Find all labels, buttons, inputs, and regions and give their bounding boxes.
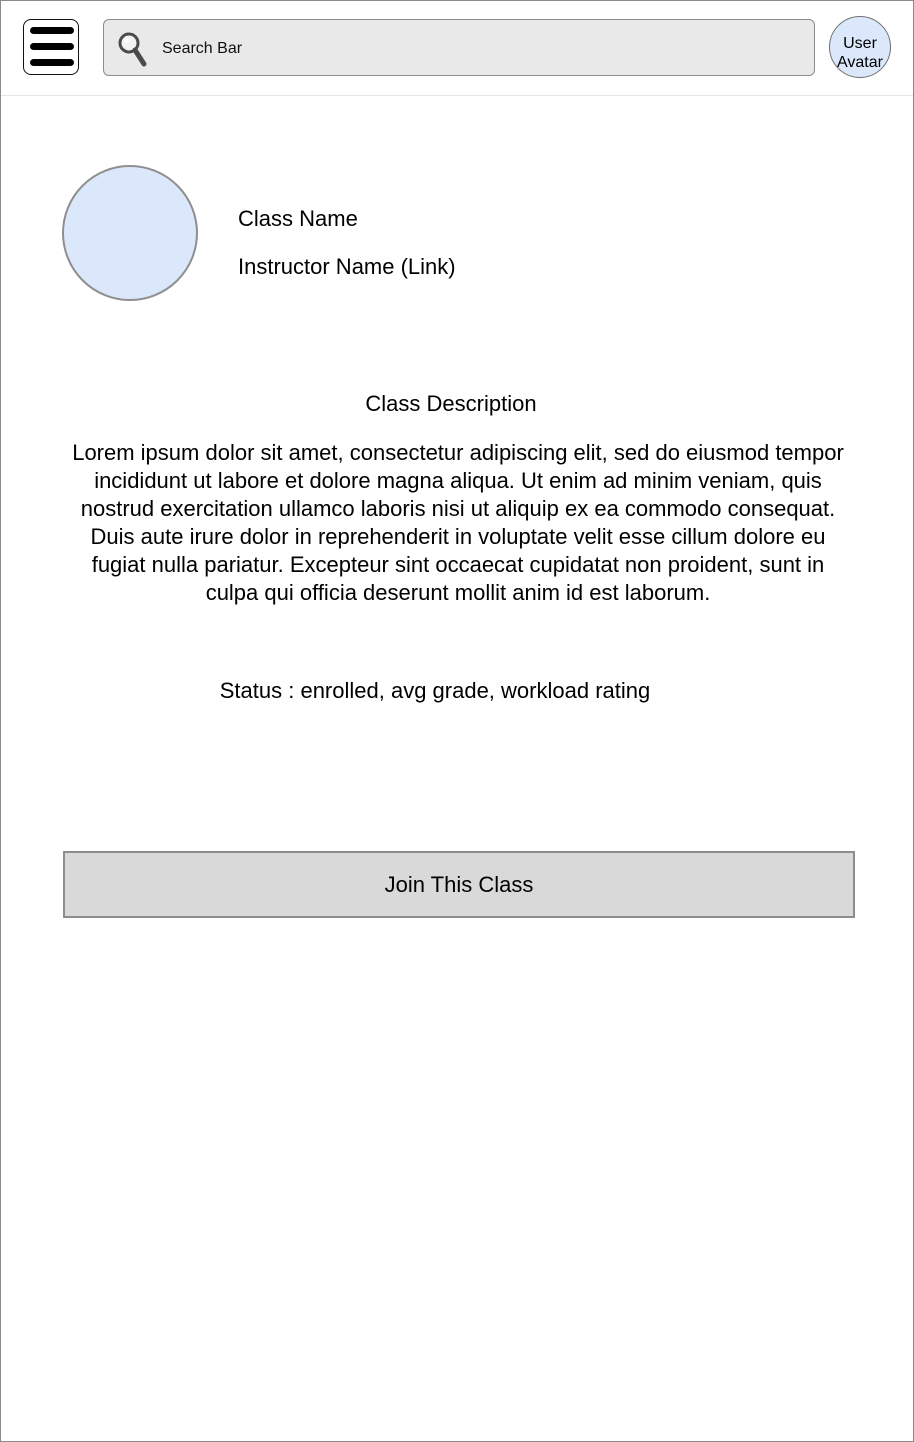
search-bar-label: Search Bar (162, 40, 243, 57)
app-window: Search Bar User Avatar Class Name Instru… (0, 0, 914, 1442)
user-avatar-label-line2: Avatar (837, 53, 883, 71)
hamburger-menu-icon-line (30, 59, 74, 66)
instructor-name-link[interactable]: Instructor Name (Link) (238, 254, 456, 280)
class-name: Class Name (238, 206, 358, 231)
class-image-placeholder (62, 165, 198, 301)
hamburger-menu-icon (30, 27, 74, 34)
class-status: Status : enrolled, avg grade, workload r… (219, 678, 651, 703)
user-avatar-label-line1: User (843, 34, 877, 52)
join-class-button[interactable]: Join This Class (63, 851, 855, 918)
search-bar[interactable]: Search Bar (103, 19, 815, 76)
class-description-text: Lorem ipsum dolor sit amet, consectetur … (72, 440, 844, 605)
search-icon (118, 32, 147, 67)
menu-button[interactable] (23, 19, 79, 75)
class-description-heading: Class Description (365, 391, 537, 416)
user-avatar-button[interactable]: User Avatar (829, 16, 891, 78)
hamburger-menu-icon-line (30, 43, 74, 50)
top-navigation-bar: Search Bar User Avatar (1, 1, 913, 96)
